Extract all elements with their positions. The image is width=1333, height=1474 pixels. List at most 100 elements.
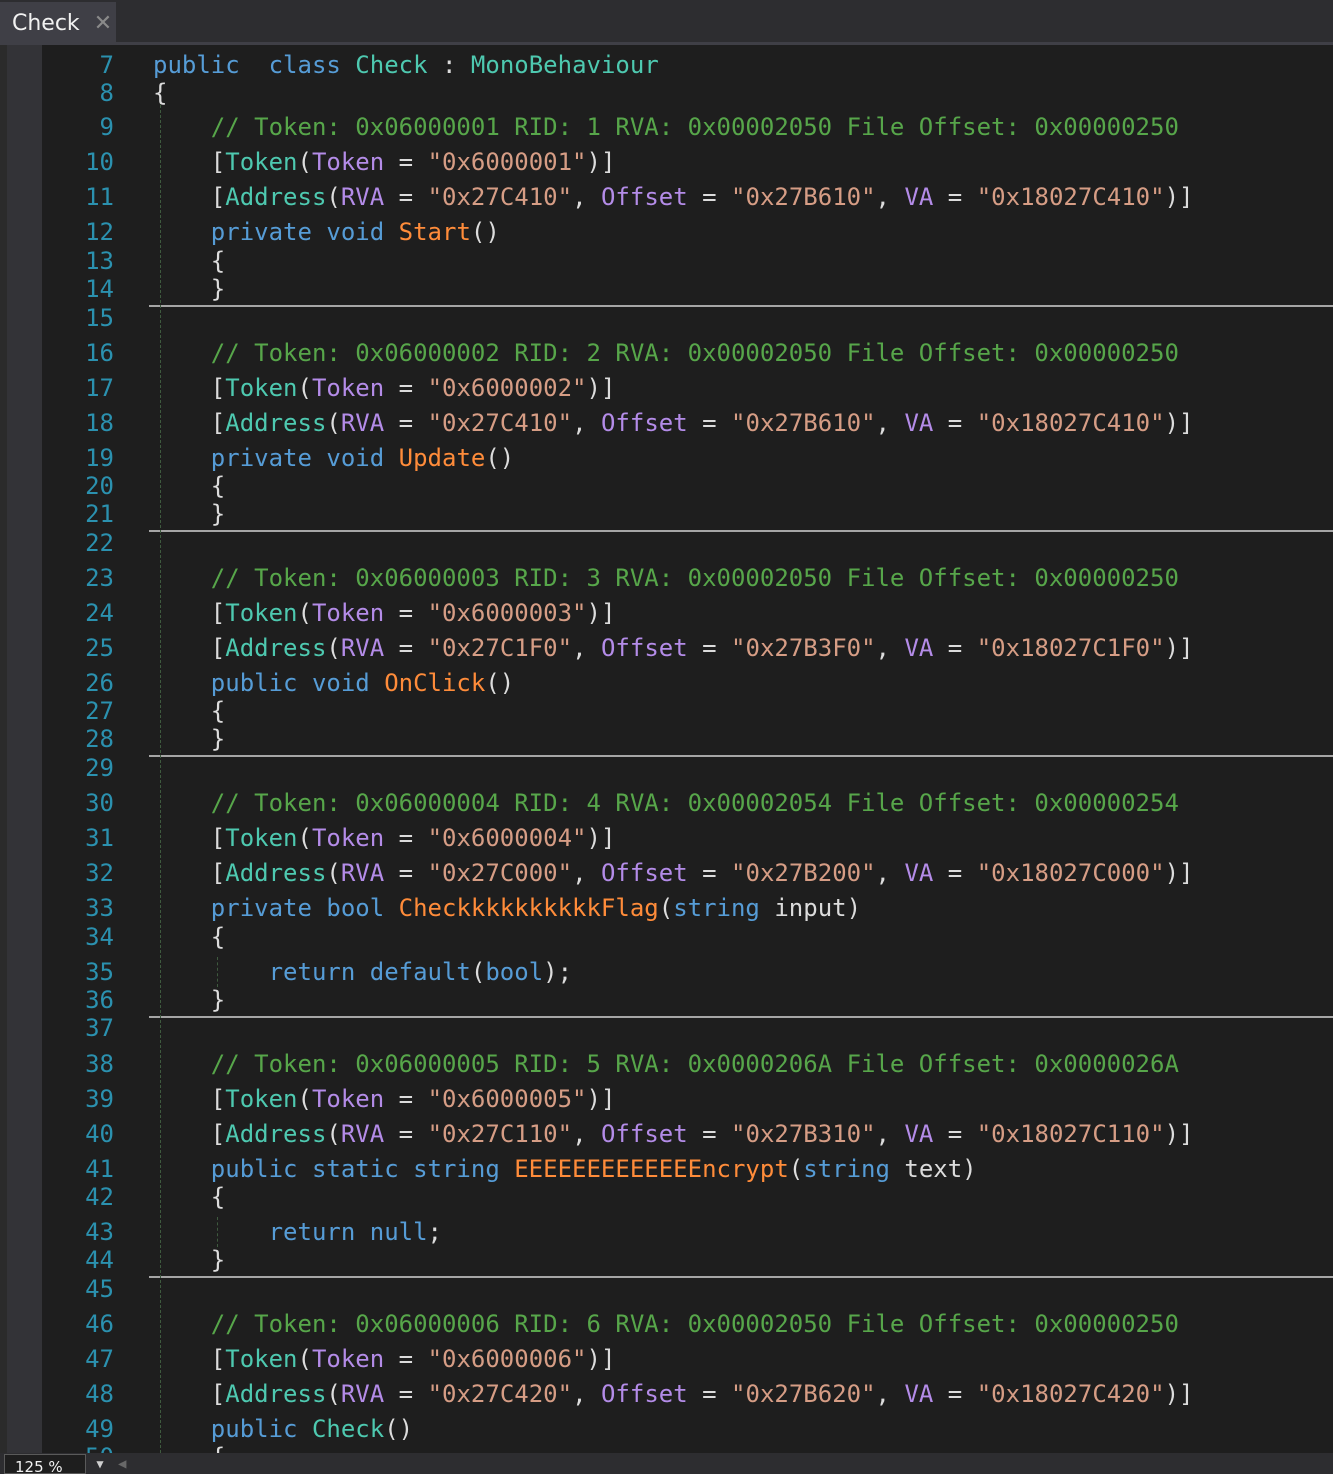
code-line[interactable]: [Token(Token = "0x6000002")] [153,373,616,403]
code-line[interactable]: [Address(RVA = "0x27C110", Offset = "0x2… [153,1119,1194,1149]
code-line[interactable]: // Token: 0x06000003 RID: 3 RVA: 0x00002… [153,563,1179,593]
zoom-level-dropdown[interactable]: 125 % [4,1454,86,1474]
code-line[interactable]: { [153,1182,225,1212]
code-token: , [572,859,601,887]
code-token: Token [225,1345,298,1373]
code-token: "0x6000001" [427,148,587,176]
code-line[interactable]: // Token: 0x06000006 RID: 6 RVA: 0x00002… [153,1309,1179,1339]
code-token: = [384,1345,428,1373]
scroll-left-icon[interactable]: ◀ [118,1454,134,1474]
code-token: "0x6000003" [427,599,587,627]
code-token: Address [225,859,327,887]
code-token: { [153,79,168,107]
code-token: public static string [153,1155,515,1183]
code-line[interactable]: // Token: 0x06000005 RID: 5 RVA: 0x00002… [153,1049,1179,1079]
code-token: [ [153,148,226,176]
tab-check[interactable]: Check ✕ [0,2,116,45]
code-line[interactable]: private bool CheckkkkkkkkkkFlag(string i… [153,893,861,923]
code-line[interactable]: { [153,696,225,726]
code-token: } [153,500,226,528]
line-number: 22 [85,529,114,557]
code-token: public [153,51,240,79]
line-number: 44 [85,1246,114,1274]
code-token: Offset [600,634,688,662]
code-editor[interactable]: 7 public class Check : MonoBehaviour 8 {9 /… [42,45,1333,1453]
code-token: [ [153,599,226,627]
code-token: "0x6000004" [427,824,587,852]
code-line[interactable]: [Address(RVA = "0x27C410", Offset = "0x2… [153,408,1194,438]
code-line[interactable]: [Token(Token = "0x6000003")] [153,598,616,628]
code-token: "0x6000006" [427,1345,587,1373]
code-line[interactable]: public Check() [153,1414,413,1444]
code-line[interactable]: // Token: 0x06000002 RID: 2 RVA: 0x00002… [153,338,1179,368]
line-number: 27 [85,697,114,725]
code-token: Offset [600,1380,688,1408]
close-icon[interactable]: ✕ [94,11,112,36]
code-line[interactable]: } [153,274,225,304]
code-token: private void [153,444,399,472]
margin-strip [0,45,7,1453]
code-token: ( [297,1085,312,1113]
code-token: ); [543,958,573,986]
code-line[interactable]: [Address(RVA = "0x27C410", Offset = "0x2… [153,182,1194,212]
code-line[interactable]: } [153,724,225,754]
code-line[interactable]: { [153,922,225,952]
code-token: [ [153,1345,226,1373]
line-number: 18 [85,409,114,437]
code-token: // Token: 0x06000006 RID: 6 RVA: 0x00002… [153,1310,1179,1338]
code-line[interactable]: return default(bool); [153,957,572,987]
code-token: } [153,725,226,753]
code-line[interactable]: [Address(RVA = "0x27C420", Offset = "0x2… [153,1379,1194,1409]
code-token: [ [153,824,226,852]
code-line[interactable]: [Token(Token = "0x6000004")] [153,823,616,853]
code-token: // Token: 0x06000003 RID: 3 RVA: 0x00002… [153,564,1179,592]
code-token: string [673,894,760,922]
code-token: = [687,634,732,662]
code-token: MonoBehaviour [470,51,659,79]
code-line[interactable]: } [153,499,225,529]
line-number: 47 [85,1345,114,1373]
code-token: "0x27B200" [731,859,876,887]
code-token: )] [1164,1120,1194,1148]
code-line[interactable]: public static string EEEEEEEEEEEEEncrypt… [153,1154,977,1184]
code-token: Address [225,1380,327,1408]
code-line[interactable]: // Token: 0x06000004 RID: 4 RVA: 0x00002… [153,788,1179,818]
code-token: // Token: 0x06000005 RID: 5 RVA: 0x00002… [153,1050,1179,1078]
code-line[interactable]: [Token(Token = "0x6000001")] [153,147,616,177]
code-token: = [384,824,428,852]
code-line[interactable]: return null; [153,1217,442,1247]
code-line[interactable]: { [153,78,167,108]
code-line[interactable]: [Token(Token = "0x6000005")] [153,1084,616,1114]
code-line[interactable]: [Address(RVA = "0x27C1F0", Offset = "0x2… [153,633,1194,663]
code-line[interactable]: { [153,471,225,501]
code-line[interactable]: { [153,1442,225,1453]
code-line[interactable]: public class Check : MonoBehaviour [153,50,659,80]
chevron-down-icon[interactable]: ▼ [90,1454,110,1474]
code-token: Offset [600,409,688,437]
code-line[interactable]: } [153,985,225,1015]
code-token: ( [297,599,312,627]
code-line[interactable]: public void OnClick() [153,668,514,698]
code-token: // Token: 0x06000002 RID: 2 RVA: 0x00002… [153,339,1179,367]
code-line[interactable]: { [153,246,225,276]
code-token: } [153,986,226,1014]
code-line[interactable]: } [153,1245,225,1275]
code-token: , [875,183,905,211]
code-token: , [875,859,905,887]
code-token: "0x27B610" [731,183,876,211]
code-token: // Token: 0x06000004 RID: 4 RVA: 0x00002… [153,789,1179,817]
code-token: "0x27C110" [427,1120,573,1148]
code-token: "0x18027C000" [976,859,1165,887]
code-line[interactable]: private void Start() [153,217,500,247]
code-line[interactable]: [Token(Token = "0x6000006")] [153,1344,616,1374]
code-token: ( [326,1120,341,1148]
code-line[interactable]: private void Update() [153,443,514,473]
code-line[interactable]: [Address(RVA = "0x27C000", Offset = "0x2… [153,858,1194,888]
method-separator [149,1276,1333,1278]
line-number: 19 [85,444,114,472]
code-line[interactable]: // Token: 0x06000001 RID: 1 RVA: 0x00002… [153,112,1179,142]
code-token: = [687,1120,732,1148]
code-token: "0x27C1F0" [427,634,573,662]
code-token: return default [153,958,471,986]
